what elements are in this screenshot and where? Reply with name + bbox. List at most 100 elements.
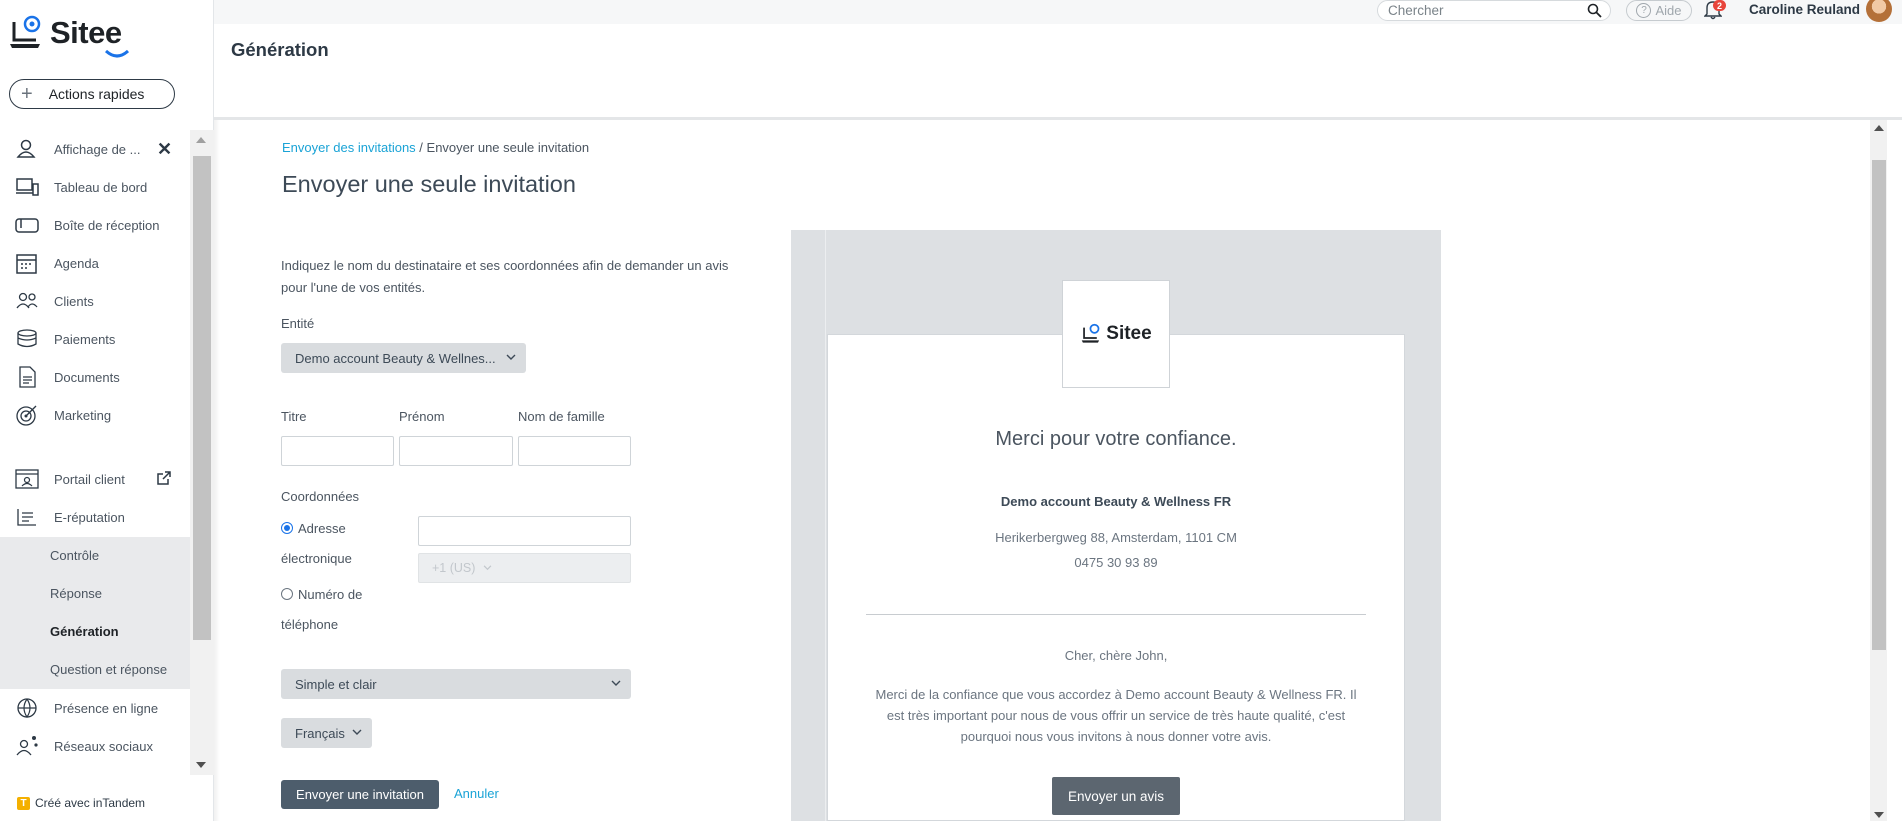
question-icon: ? [1636, 3, 1652, 18]
preview-greeting: Cher, chère John, [1064, 648, 1168, 663]
made-with-footer[interactable]: T Créé avec inTandem [17, 796, 145, 810]
sidebar-item-tableau-de-bord[interactable]: Tableau de bord [0, 168, 190, 206]
sidebar-item-label: Tableau de bord [54, 179, 148, 195]
user-name[interactable]: Caroline Reuland [1749, 2, 1860, 17]
globe-icon [17, 698, 37, 719]
breadcrumb-link[interactable]: Envoyer des invitations [282, 140, 416, 155]
logo-laptop-icon [10, 15, 41, 48]
users-icon [16, 139, 36, 158]
sidebar-item-e-reputation[interactable]: E-réputation [0, 498, 190, 536]
last-name-input[interactable] [518, 436, 631, 466]
breadcrumb: Envoyer des invitations / Envoyer une se… [282, 140, 589, 155]
sidebar-item-agenda[interactable]: Agenda [0, 244, 190, 282]
sidebar-item-reseaux-sociaux[interactable]: Réseaux sociaux [0, 727, 190, 765]
page-title: Génération [231, 39, 329, 60]
help-label: Aide [1655, 3, 1682, 18]
subnav-controle[interactable]: Contrôle [50, 548, 99, 563]
quick-actions-label: Actions rapides [48, 86, 145, 102]
chevron-down-icon [506, 354, 516, 360]
search-icon[interactable] [1587, 3, 1602, 18]
template-select[interactable]: Simple et clair [281, 669, 631, 699]
portal-icon [15, 469, 39, 489]
sidebar-item-label: Paiements [54, 331, 116, 347]
subnav-reponse[interactable]: Réponse [50, 586, 102, 601]
main-scrollbar-thumb[interactable] [1872, 160, 1886, 650]
form-intro: Indiquez le nom du destinataire et ses c… [281, 258, 729, 295]
calendar-icon [16, 254, 37, 274]
sidebar-scrollbar-thumb[interactable] [193, 156, 211, 640]
entity-value: Demo account Beauty & Wellnes... [295, 350, 496, 366]
scroll-down-icon[interactable] [196, 762, 206, 768]
document-icon [19, 366, 36, 388]
preview-heading: Merci pour votre confiance. [995, 428, 1237, 450]
sidebar-item-marketing[interactable]: Marketing [0, 396, 190, 434]
sidebar: Sitee + Actions rapides Affichage de ...… [0, 0, 214, 821]
cancel-button[interactable]: Annuler [454, 786, 499, 801]
app-logo[interactable]: Sitee [8, 14, 130, 58]
preview-body: Merci de la confiance que vous accordez … [875, 687, 1357, 744]
sidebar-item-label: Réseaux sociaux [54, 738, 153, 754]
quick-actions-button[interactable]: + Actions rapides [9, 79, 175, 109]
coins-icon [17, 329, 37, 348]
email-input[interactable] [418, 516, 631, 546]
search-input[interactable] [1388, 3, 1578, 18]
entity-label: Entité [281, 316, 315, 331]
phone-country-select: +1 (US) [418, 553, 492, 583]
sidebar-item-label: Présence en ligne [54, 700, 159, 716]
subnav-question-reponse[interactable]: Question et réponse [50, 662, 167, 677]
send-invitation-button[interactable]: Envoyer une invitation [281, 780, 439, 809]
target-icon [16, 405, 37, 426]
plus-icon: + [21, 83, 33, 105]
preview-company: Demo account Beauty & Wellness FR [1000, 494, 1232, 509]
sidebar-item-clients[interactable]: Clients [0, 282, 190, 320]
search-box[interactable] [1377, 0, 1611, 21]
email-option-label[interactable]: Adresse [298, 514, 346, 544]
sidebar-item-presence-en-ligne[interactable]: Présence en ligne [0, 689, 190, 727]
sidebar-item-paiements[interactable]: Paiements [0, 320, 190, 358]
preview-review-button[interactable]: Envoyer un avis [1052, 777, 1180, 815]
last-name-label: Nom de famille [518, 409, 605, 424]
form-title: Envoyer une seule invitation [282, 171, 576, 197]
sidebar-item-label: Affichage de ... [54, 141, 141, 157]
close-icon[interactable]: ✕ [157, 139, 172, 160]
preview-phone: 0475 30 93 89 [1074, 555, 1158, 570]
preview-address: Herikerbergweg 88, Amsterdam, 1101 CM [995, 530, 1237, 545]
scroll-down-icon[interactable] [1874, 812, 1884, 818]
preview-logo-text: Sitee [1106, 323, 1152, 344]
phone-option-label-line2: téléphone [281, 617, 339, 632]
template-value: Simple et clair [295, 676, 377, 692]
sidebar-item-label: Marketing [54, 407, 112, 423]
phone-radio[interactable] [281, 588, 293, 600]
sidebar-item-label: Agenda [54, 255, 99, 271]
scroll-up-icon[interactable] [1874, 125, 1884, 131]
preview-divider-line [825, 230, 826, 821]
title-input[interactable] [281, 436, 394, 466]
breadcrumb-current: Envoyer une seule invitation [426, 140, 590, 155]
logo-wordmark: Sitee [50, 15, 130, 58]
sidebar-item-documents[interactable]: Documents [0, 358, 190, 396]
external-link-icon[interactable] [156, 471, 171, 486]
logo-laptop-icon [1082, 323, 1100, 343]
phone-prefix-value: +1 (US) [432, 561, 476, 575]
scroll-up-icon[interactable] [196, 137, 206, 143]
sidebar-item-label: Boîte de réception [54, 217, 160, 233]
help-button[interactable]: ? Aide [1626, 0, 1692, 21]
first-name-input[interactable] [399, 436, 513, 466]
entity-select[interactable]: Demo account Beauty & Wellnes... [281, 343, 526, 373]
sidebar-nav: Affichage de ... ✕ Tableau de bord Boîte… [0, 130, 190, 775]
sidebar-shadow [214, 0, 220, 821]
email-radio[interactable] [281, 522, 293, 534]
sidebar-item-inbox[interactable]: Boîte de réception [0, 206, 190, 244]
sidebar-item-affichage[interactable]: Affichage de ... ✕ [0, 130, 190, 168]
language-select[interactable]: Français [281, 718, 372, 748]
chevron-down-icon [484, 565, 492, 571]
breadcrumb-separator: / [415, 140, 427, 155]
made-with-label: Créé avec inTandem [35, 796, 146, 810]
inbox-icon [15, 218, 39, 233]
logo-smile-icon [104, 49, 130, 58]
phone-option-label[interactable]: Numéro de [298, 580, 362, 610]
subnav-generation[interactable]: Génération [50, 624, 119, 639]
sidebar-item-portail-client[interactable]: Portail client [0, 460, 190, 498]
social-icon [16, 736, 38, 756]
sidebar-item-label: Portail client [54, 471, 125, 487]
